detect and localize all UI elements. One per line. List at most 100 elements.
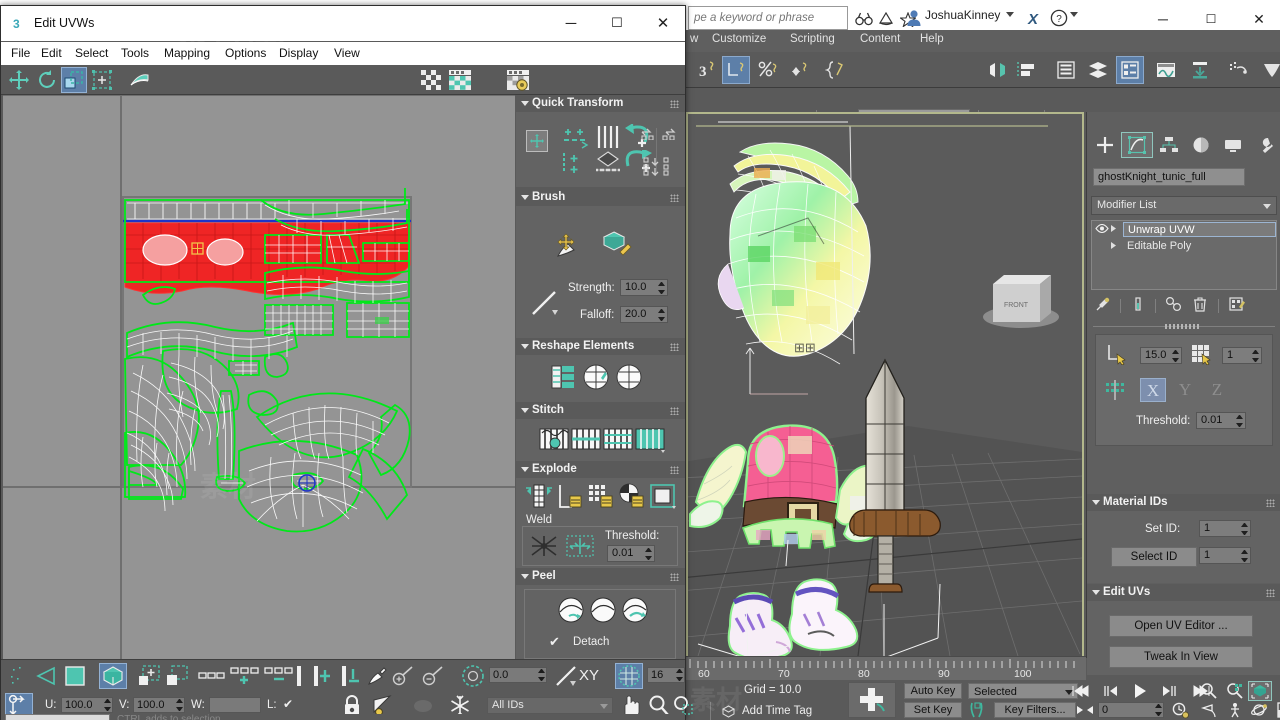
binoculars-icon[interactable] — [852, 7, 876, 31]
mirror-icon[interactable] — [127, 67, 153, 93]
paint-shrink-icon[interactable] — [421, 664, 447, 688]
expand-triangle-icon[interactable] — [1110, 241, 1123, 253]
expand-triangle-icon[interactable] — [1110, 224, 1123, 236]
material-ids-header[interactable]: Material IDs — [1087, 494, 1280, 511]
key-mode-toggle-button[interactable] — [1074, 702, 1096, 718]
zoom-tool-icon[interactable] — [1198, 682, 1220, 700]
eye-icon[interactable] — [1094, 223, 1110, 236]
menu-item-scripting[interactable]: Scripting — [790, 33, 835, 45]
break-by-angle-icon[interactable] — [556, 482, 584, 515]
time-slider-ruler[interactable]: 60 70 80 90 100 — [686, 656, 1086, 680]
material-editor-icon[interactable] — [1186, 56, 1214, 84]
menu-item-help[interactable]: Help — [920, 33, 944, 45]
move-icon[interactable] — [6, 67, 32, 93]
select-id-button[interactable]: Select ID — [1111, 547, 1197, 567]
stitch-custom-icon[interactable] — [539, 425, 569, 458]
remove-modifier-icon[interactable] — [1187, 296, 1213, 317]
render-frame-icon[interactable] — [1258, 56, 1280, 84]
detach-checkbox[interactable]: ✔ — [549, 634, 560, 650]
uvw-menu-edit[interactable]: Edit — [41, 46, 62, 60]
align-vertical-icon[interactable] — [560, 152, 588, 183]
make-unique-icon[interactable] — [1161, 296, 1187, 317]
zoom-all-icon[interactable] — [1224, 682, 1246, 700]
modify-tab[interactable] — [1121, 132, 1153, 158]
set-key-button[interactable]: Set Key — [904, 702, 962, 718]
max-search-input[interactable]: pe a keyword or phrase — [688, 6, 848, 30]
quick-peel-icon[interactable] — [557, 596, 585, 629]
show-end-result-icon[interactable] — [1126, 296, 1150, 317]
threshold-spinner[interactable]: 0.01 — [1196, 412, 1246, 429]
panel-grip[interactable] — [1093, 324, 1275, 329]
walk-through-icon[interactable] — [1224, 701, 1246, 719]
create-tab[interactable] — [1089, 132, 1121, 158]
paint-select-icon[interactable] — [365, 664, 389, 688]
perspective-viewport[interactable]: FRONT ⊞⊞ — [686, 112, 1084, 658]
show-map-icon[interactable] — [419, 67, 445, 93]
uvw-menu-display[interactable]: Display — [279, 46, 318, 60]
modifier-stack[interactable]: Unwrap UVW Editable Poly — [1091, 220, 1277, 290]
edit-uvws-titlebar[interactable]: 3 Edit UVWs ─ ☐ ✕ — [1, 6, 685, 41]
brush-header[interactable]: Brush — [516, 189, 685, 206]
edge-sub-icon[interactable] — [33, 664, 59, 688]
render-uv-icon[interactable] — [615, 363, 643, 396]
edit-named-selection-icon[interactable] — [822, 56, 850, 84]
select-expand-icon[interactable] — [311, 663, 335, 689]
pelt-map-icon[interactable] — [621, 596, 649, 629]
key-mode-combo[interactable]: Selected — [968, 683, 1078, 699]
u-value-field[interactable]: 100.0 — [61, 697, 113, 713]
motion-tab[interactable] — [1185, 132, 1217, 158]
spinner-snap-icon[interactable] — [786, 56, 814, 84]
render-setup-icon[interactable] — [1224, 56, 1252, 84]
zoom-extents-selected-icon[interactable] — [1248, 681, 1272, 701]
layer-manager-icon[interactable] — [1084, 56, 1112, 84]
percent-snap-icon[interactable] — [754, 56, 782, 84]
ignore-backfacing-icon[interactable] — [165, 664, 191, 688]
break-by-material-id-icon[interactable] — [587, 482, 615, 515]
time-tag-icon[interactable] — [721, 705, 736, 720]
axis-x-button[interactable]: X — [1140, 378, 1166, 402]
freeform-mode-icon[interactable] — [89, 67, 115, 93]
help-icon[interactable]: ? — [1047, 6, 1071, 30]
break-icon[interactable] — [525, 482, 553, 515]
explode-header[interactable]: Explode — [516, 461, 685, 478]
display-tab[interactable] — [1217, 132, 1249, 158]
strength-spinner[interactable]: 10.0 — [620, 279, 668, 296]
stitch-source-icon[interactable] — [603, 425, 633, 458]
modifier-stack-item-editable-poly[interactable]: Editable Poly — [1092, 238, 1276, 255]
learn-icon[interactable] — [874, 7, 898, 31]
straighten-selection-icon[interactable] — [549, 363, 577, 396]
vertex-sub-icon[interactable] — [7, 664, 31, 688]
xy-label[interactable]: XY — [579, 667, 599, 684]
shrink-icon[interactable] — [291, 663, 307, 689]
peel-angle-icon[interactable] — [1106, 343, 1130, 370]
add-time-tag-label[interactable]: Add Time Tag — [742, 705, 812, 717]
grid-size-field[interactable]: 16 — [647, 667, 685, 683]
mirror-icon[interactable] — [984, 56, 1012, 84]
loop-icon[interactable] — [197, 668, 227, 684]
uvw-menu-select[interactable]: Select — [75, 46, 108, 60]
w-value-field[interactable] — [209, 697, 261, 713]
rotate-dial-icon[interactable] — [459, 663, 487, 689]
grid-snap-icon[interactable] — [615, 663, 643, 689]
edit-uvs-header[interactable]: Edit UVs — [1087, 584, 1280, 601]
menu-item-customize[interactable]: Customize — [712, 33, 766, 45]
object-name-field[interactable]: ghostKnight_tunic_full — [1093, 168, 1245, 186]
rotate-angle-field[interactable]: 0.0 — [489, 667, 547, 683]
time-configuration-button[interactable] — [1170, 701, 1192, 719]
target-weld-icon[interactable] — [565, 533, 595, 566]
current-frame-field[interactable]: 0 — [1098, 702, 1164, 718]
uvw-menu-mapping[interactable]: Mapping — [164, 46, 210, 60]
add-time-tag-key-button[interactable] — [848, 682, 896, 718]
uv-checker-icon[interactable] — [447, 67, 473, 93]
pan-view-icon[interactable] — [1198, 701, 1220, 719]
set-key-filters-icon[interactable] — [968, 702, 988, 720]
break-by-element-icon[interactable] — [649, 482, 677, 515]
user-chevron-down-icon[interactable] — [1006, 12, 1014, 17]
paint-move-brush-icon[interactable] — [552, 228, 586, 265]
select-id-spinner[interactable]: 1 — [1199, 547, 1251, 564]
flip-vertical-icon[interactable] — [642, 156, 676, 181]
uvw-menu-view[interactable]: View — [334, 46, 360, 60]
edit-uvws-dialog[interactable]: 3 Edit UVWs ─ ☐ ✕ File Edit Select Tools… — [0, 5, 693, 720]
stitch-diagonal-icon[interactable] — [571, 425, 601, 458]
auto-key-button[interactable]: Auto Key — [904, 683, 962, 699]
